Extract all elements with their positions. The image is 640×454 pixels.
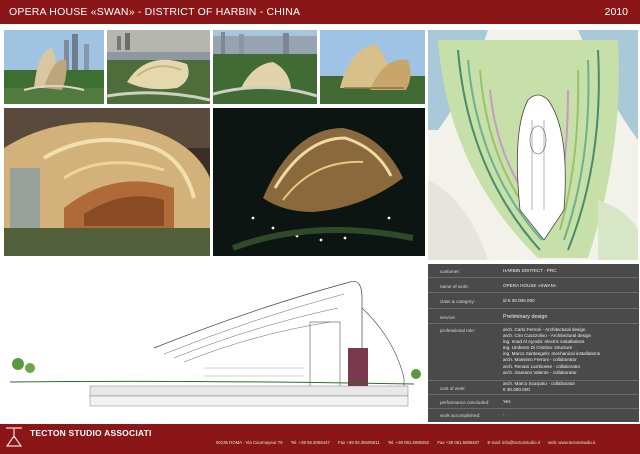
customer-label: customer: xyxy=(440,269,461,274)
accomplished-label: work accomplished: xyxy=(440,413,481,418)
class-value: id € 30.000.000 xyxy=(503,298,535,303)
project-info-panel: customer: HARBIN DISTRICT - PRC name of … xyxy=(428,264,639,422)
customer-row: customer: HARBIN DISTRICT - PRC xyxy=(428,264,639,278)
render-dusk-aerial xyxy=(107,30,210,104)
phone-naples: Tel. +39 081.5086262 xyxy=(387,440,430,445)
work-label: name of work: xyxy=(440,284,469,289)
accomplished-row: work accomplished: - xyxy=(428,409,639,421)
phone-rome: Tel. +39 06.3058447 xyxy=(290,440,330,445)
studio-logo-icon xyxy=(5,427,23,447)
accomplished-value: - xyxy=(503,412,505,417)
longitudinal-section-drawing xyxy=(4,268,424,420)
service-value: Preliminary design xyxy=(503,314,548,320)
fax-naples: Fax +39 081.5086487 xyxy=(437,440,480,445)
cost-label: cost of work: xyxy=(440,386,466,391)
work-value: OPERA HOUSE «SWAN» xyxy=(503,283,557,288)
cost-row: cost of work: arch. Marco Scarpato - col… xyxy=(428,381,639,395)
role-row: professional role: arch. Carlo Ferroni -… xyxy=(428,324,639,381)
studio-name: TECTON STUDIO ASSOCIATI xyxy=(30,428,152,438)
page-title: OPERA HOUSE «SWAN» - DISTRICT OF HARBIN … xyxy=(9,6,301,18)
project-year: 2010 xyxy=(604,6,628,18)
footer-bar: TECTON STUDIO ASSOCIATI 00135 ROMA - Via… xyxy=(0,424,640,454)
address: 00135 ROMA - Via Courmayeur 79 xyxy=(216,440,283,445)
cost-values: arch. Marco Scarpato - collaborator € 30… xyxy=(503,381,575,393)
fax-rome: Fax +39 06.35506611 xyxy=(337,440,380,445)
website-link[interactable]: web: www.tectonstudio.it xyxy=(548,440,595,445)
role-item: arch. Gaetano Valente - collaborator xyxy=(503,369,577,375)
role-label: professional role: xyxy=(440,328,475,333)
class-row: class & category: id € 30.000.000 xyxy=(428,293,639,309)
cost-value: € 30.000.000 xyxy=(503,387,530,393)
performance-row: performance concluded: Yes xyxy=(428,395,639,409)
customer-value: HARBIN DISTRICT - PRC xyxy=(503,268,557,273)
render-city-view xyxy=(213,30,317,104)
email-link[interactable]: E-mail: info@tectonstudio.it xyxy=(488,440,540,445)
work-row: name of work: OPERA HOUSE «SWAN» xyxy=(428,278,639,293)
render-close-view xyxy=(320,30,425,104)
render-night-aerial xyxy=(213,108,425,256)
service-row: service: Preliminary design xyxy=(428,309,639,324)
class-label: class & category: xyxy=(440,299,475,304)
role-list: arch. Carlo Ferroni - Architectural desi… xyxy=(503,327,600,376)
site-plan-drawing xyxy=(428,30,638,260)
service-label: service: xyxy=(440,315,456,320)
header-bar: OPERA HOUSE «SWAN» - DISTRICT OF HARBIN … xyxy=(0,0,640,24)
performance-label: performance concluded: xyxy=(440,400,490,405)
contact-line: 00135 ROMA - Via Courmayeur 79 Tel. +39 … xyxy=(216,440,602,445)
render-sunset-section xyxy=(4,108,210,256)
performance-value: Yes xyxy=(503,399,511,404)
render-day-skyline xyxy=(4,30,104,104)
